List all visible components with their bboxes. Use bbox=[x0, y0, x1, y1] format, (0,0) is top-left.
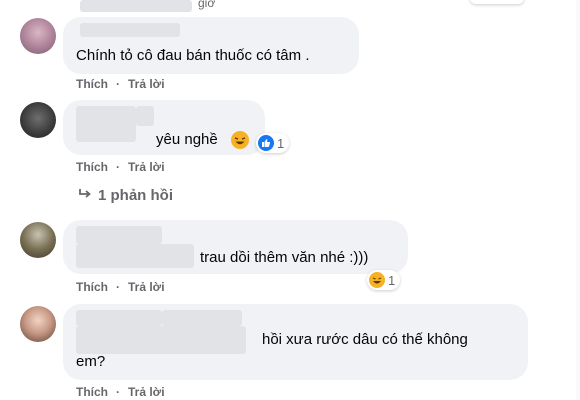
separator-dot: · bbox=[116, 77, 120, 91]
reply-button[interactable]: Trả lời bbox=[128, 77, 165, 91]
redacted-name-top bbox=[80, 0, 192, 12]
redacted-author-name bbox=[136, 106, 154, 126]
redacted-author-name bbox=[76, 226, 162, 244]
comment-text-line-2: em? bbox=[76, 353, 106, 370]
avatar[interactable] bbox=[20, 18, 56, 54]
redacted-author-name bbox=[80, 23, 180, 37]
redacted-author-name bbox=[76, 244, 194, 268]
reply-button[interactable]: Trả lời bbox=[128, 385, 165, 399]
reply-button[interactable]: Trả lời bbox=[128, 280, 165, 294]
like-button[interactable]: Thích bbox=[76, 77, 108, 91]
reaction-count: 1 bbox=[277, 135, 285, 151]
reply-button[interactable]: Trả lời bbox=[128, 160, 165, 174]
haha-icon bbox=[369, 272, 385, 288]
like-button[interactable]: Thích bbox=[76, 280, 108, 294]
laughing-emoji-icon bbox=[231, 131, 249, 149]
timestamp-fragment: giờ bbox=[198, 0, 216, 10]
like-button[interactable]: Thích bbox=[76, 385, 108, 399]
reply-arrow-icon bbox=[78, 187, 92, 204]
replies-count-label: 1 phản hồi bbox=[98, 187, 173, 204]
reaction-summary[interactable]: 1 bbox=[367, 270, 401, 290]
comment-text: trau dồi thêm văn nhé :))) bbox=[200, 249, 369, 266]
avatar[interactable] bbox=[20, 222, 56, 258]
redacted-author-name bbox=[162, 310, 242, 326]
comment-actions: Thích · Trả lời bbox=[76, 280, 165, 294]
redacted-author-name bbox=[76, 326, 246, 354]
like-button[interactable]: Thích bbox=[76, 160, 108, 174]
redacted-author-name bbox=[76, 106, 136, 142]
reaction-summary[interactable]: 1 bbox=[256, 133, 290, 153]
avatar[interactable] bbox=[20, 102, 56, 138]
comment-actions: Thích · Trả lời bbox=[76, 160, 165, 174]
comment-actions: Thích · Trả lời bbox=[76, 77, 165, 91]
separator-dot: · bbox=[116, 160, 120, 174]
avatar[interactable] bbox=[20, 306, 56, 342]
scrollbar[interactable] bbox=[576, 0, 580, 400]
comment-text: yêu nghề bbox=[156, 131, 218, 148]
comment-actions: Thích · Trả lời bbox=[76, 385, 165, 399]
view-replies-link[interactable]: 1 phản hồi bbox=[78, 187, 173, 204]
reaction-count: 1 bbox=[388, 272, 396, 288]
comment-text: Chính tỏ cô đau bán thuốc có tâm . bbox=[76, 47, 310, 64]
comment-text-line-1: hồi xưa rước dâu có thế không bbox=[262, 331, 468, 348]
redacted-author-name bbox=[76, 310, 162, 326]
reaction-cluster-top[interactable] bbox=[470, 0, 524, 4]
separator-dot: · bbox=[116, 385, 120, 399]
like-icon bbox=[258, 135, 274, 151]
separator-dot: · bbox=[116, 280, 120, 294]
